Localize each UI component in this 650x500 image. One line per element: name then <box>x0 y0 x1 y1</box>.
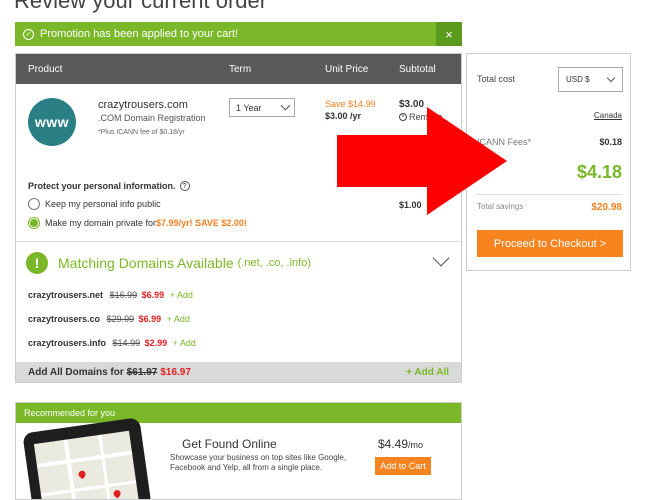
list-item: crazytrousers.co $29.99 $6.99 + Add <box>28 314 190 324</box>
add-all-label: Add All Domains for <box>28 366 124 378</box>
page-title: Review your current order <box>14 0 268 13</box>
help-icon[interactable]: ? <box>179 181 190 191</box>
recommended-panel: Recommended for you Get Found Online Sho… <box>15 402 462 500</box>
alt-domain-new-price: $2.99 <box>144 338 168 348</box>
matching-extensions: (.net, .co, .info) <box>237 257 311 269</box>
add-domain-button[interactable]: + Add <box>173 338 196 348</box>
add-domain-button[interactable]: + Add <box>167 314 190 324</box>
alt-domain-old-price: $29.99 <box>106 314 135 324</box>
total-savings-value: $20.98 <box>591 202 622 213</box>
list-item: crazytrousers.info $14.99 $2.99 + Add <box>28 338 196 348</box>
promotion-banner: ✓ Promotion has been applied to your car… <box>15 22 462 46</box>
privacy-option-public[interactable]: Keep my personal info public <box>28 198 161 210</box>
alt-domain-old-price: $16.99 <box>109 290 138 300</box>
www-logo-icon: www <box>28 98 76 146</box>
privacy-title: Protect your personal information. ? <box>28 181 190 191</box>
alt-domain-new-price: $6.99 <box>138 314 162 324</box>
product-description: Showcase your business on top sites like… <box>170 453 347 473</box>
alt-domain-new-price: $6.99 <box>141 290 165 300</box>
header-term: Term <box>229 64 252 75</box>
privacy-option-public-label: Keep my personal info public <box>45 199 161 209</box>
domain-name: crazytrousers.com <box>98 99 188 111</box>
phone-screen <box>33 430 140 499</box>
icann-fees-value: $0.18 <box>599 137 622 147</box>
add-to-cart-button[interactable]: Add to Cart <box>375 457 431 475</box>
map-pin-icon <box>112 488 122 499</box>
add-all-new-price: $16.97 <box>160 366 191 378</box>
check-circle-icon: ✓ <box>23 28 34 40</box>
canada-link[interactable]: Canada <box>594 111 622 120</box>
add-domain-button[interactable]: + Add <box>170 290 193 300</box>
icann-fee-note: *Plus ICANN fee of $0.18/yr <box>98 129 185 136</box>
recommended-header: Recommended for you <box>16 403 461 423</box>
red-arrow-icon <box>337 107 507 215</box>
product-price-unit: /mo <box>408 440 424 450</box>
product-title: Get Found Online <box>182 437 277 451</box>
radio-private[interactable] <box>28 217 40 229</box>
order-total: $4.18 <box>576 162 622 182</box>
product-price-value: $4.49 <box>378 437 409 451</box>
map-pin-icon <box>77 469 87 480</box>
chevron-down-icon <box>606 73 616 83</box>
exclamation-icon: ! <box>26 252 48 274</box>
domain-description: .COM Domain Registration <box>98 113 206 123</box>
add-all-domains-bar: Add All Domains for $61.97 $16.97 + Add … <box>16 362 461 382</box>
add-all-old-price: $61.97 <box>126 366 158 378</box>
term-select[interactable]: 1 Year <box>229 98 295 117</box>
term-value: 1 Year <box>236 102 262 113</box>
privacy-price: $7.99/yr! SAVE $2.00! <box>156 218 247 228</box>
divider <box>16 241 461 242</box>
alt-domain-name: crazytrousers.net <box>28 290 104 300</box>
matching-title: Matching Domains Available <box>58 255 234 271</box>
currency-select[interactable]: USD $ <box>558 67 623 92</box>
currency-value: USD $ <box>566 75 590 84</box>
chevron-down-icon[interactable] <box>432 249 450 267</box>
alt-domain-name: crazytrousers.co <box>28 314 101 324</box>
alt-domain-name: crazytrousers.info <box>28 338 107 348</box>
total-cost-label: Total cost <box>477 74 516 84</box>
promotion-message: Promotion has been applied to your cart! <box>40 28 239 40</box>
list-item: crazytrousers.net $16.99 $6.99 + Add <box>28 290 193 300</box>
product-price: $4.49/mo <box>378 437 423 451</box>
alt-domain-old-price: $14.99 <box>112 338 141 348</box>
proceed-to-checkout-button[interactable]: Proceed to Checkout > <box>477 230 623 257</box>
header-unit-price: Unit Price <box>325 64 369 75</box>
cart-table-header: Product Term Unit Price Subtotal <box>16 54 461 84</box>
cart-panel: Product Term Unit Price Subtotal www cra… <box>15 53 462 383</box>
add-all-button[interactable]: + Add All <box>406 367 449 378</box>
header-subtotal: Subtotal <box>399 64 436 75</box>
chevron-down-icon <box>280 100 291 111</box>
privacy-option-private-label: Make my domain private for <box>45 218 157 228</box>
close-icon[interactable]: × <box>436 22 462 46</box>
phone-map-image <box>22 417 152 499</box>
privacy-option-private[interactable]: Make my domain private for $7.99/yr! SAV… <box>28 217 247 229</box>
radio-public[interactable] <box>28 198 40 210</box>
header-product: Product <box>28 64 63 75</box>
privacy-title-text: Protect your personal information. <box>28 181 176 191</box>
matching-domains-header: ! Matching Domains Available (.net, .co,… <box>26 252 311 274</box>
